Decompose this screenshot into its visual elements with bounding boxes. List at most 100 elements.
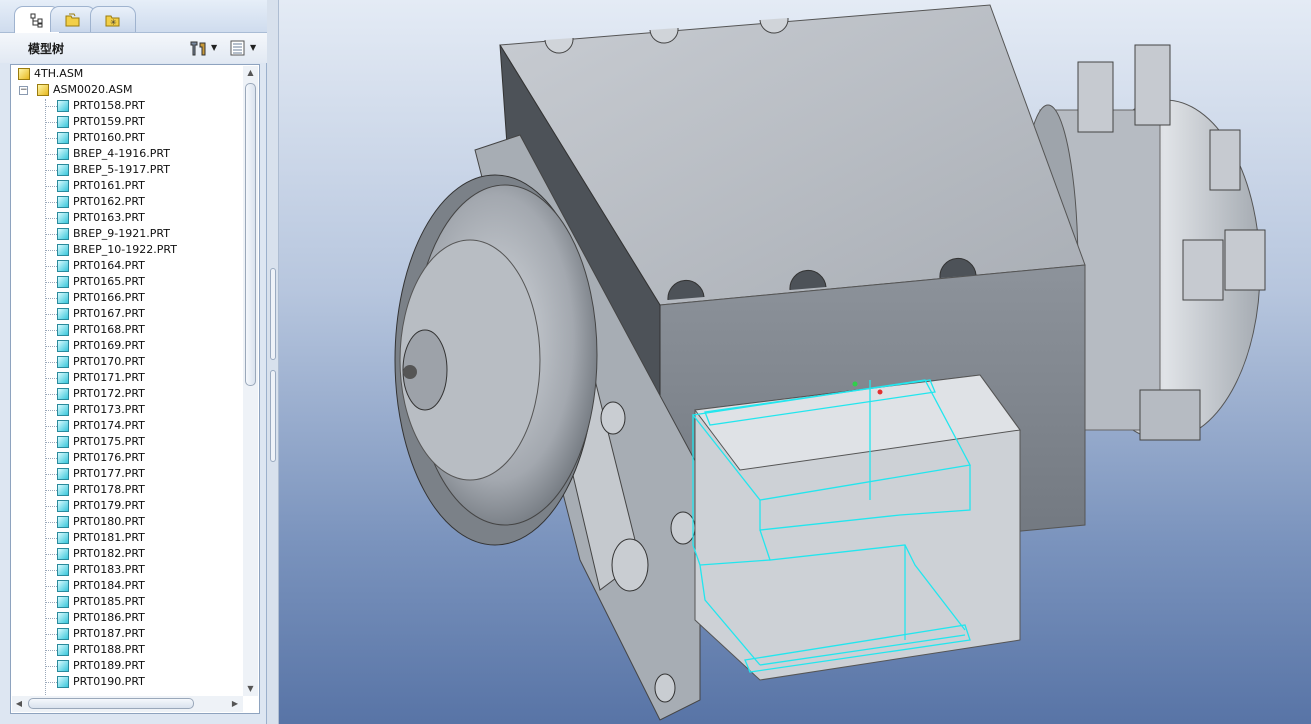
splitter-handle-top[interactable] [270,268,276,360]
tree-node-part[interactable]: PRT0176.PRT [11,450,243,466]
tree-node-part[interactable]: PRT0180.PRT [11,514,243,530]
tree-node-part[interactable]: PRT0189.PRT [11,658,243,674]
assembly-icon [18,68,30,80]
tree-node-part[interactable]: PRT0177.PRT [11,466,243,482]
tree-node-label: 4TH.ASM [34,67,84,80]
tree-connector-branch [45,522,57,523]
tree-connector-branch [45,234,57,235]
model-tree-icon [30,13,43,28]
collapse-icon[interactable]: − [19,86,28,95]
part-icon [57,404,69,416]
tree-node-part[interactable]: PRT0178.PRT [11,482,243,498]
tree-node-part[interactable]: PRT0164.PRT [11,258,243,274]
tree-node-part[interactable]: PRT0159.PRT [11,114,243,130]
tree-node-part[interactable]: PRT0187.PRT [11,626,243,642]
tree-connector-branch [45,618,57,619]
tree-node-part[interactable]: PRT0168.PRT [11,322,243,338]
tree-node-part[interactable]: PRT0162.PRT [11,194,243,210]
tree-node-part[interactable]: PRT0165.PRT [11,274,243,290]
tree-node-part[interactable]: PRT0171.PRT [11,370,243,386]
tree-vertical-scrollbar[interactable]: ▲ ▼ [243,66,258,696]
tree-node-part[interactable]: PRT0170.PRT [11,354,243,370]
tree-node-part[interactable]: PRT0188.PRT [11,642,243,658]
tree-node-part[interactable]: PRT0160.PRT [11,130,243,146]
part-icon [57,180,69,192]
tree-node-subassembly[interactable]: − ASM0020.ASM [11,82,243,98]
navigator-pane: ✳ 模型树 ▼ ▼ 4TH.ASM − ASM0020.ASM PRT0158.… [0,0,267,724]
tree-node-part[interactable]: BREP_4-1916.PRT [11,146,243,162]
tree-node-label: BREP_9-1921.PRT [73,227,170,240]
tree-connector-branch [45,442,57,443]
part-icon [57,324,69,336]
scroll-down-arrow-icon[interactable]: ▼ [243,682,258,696]
vertical-scroll-thumb[interactable] [245,83,256,386]
tree-settings-button[interactable]: ▼ [188,38,217,58]
model-tree: 4TH.ASM − ASM0020.ASM PRT0158.PRT PRT0159… [10,64,260,714]
tree-node-part[interactable]: BREP_9-1921.PRT [11,226,243,242]
stepper-motor-selected[interactable] [691,374,1021,681]
tree-connector-branch [45,202,57,203]
tree-connector-branch [45,106,57,107]
tree-connector-branch [45,666,57,667]
tree-node-part[interactable]: PRT0172.PRT [11,386,243,402]
scroll-up-arrow-icon[interactable]: ▲ [243,66,258,80]
tree-node-part[interactable]: PRT0174.PRT [11,418,243,434]
tree-node-part[interactable]: PRT0183.PRT [11,562,243,578]
tree-node-label: PRT0170.PRT [73,355,145,368]
tree-node-label: PRT0166.PRT [73,291,145,304]
tree-node-label: PRT0183.PRT [73,563,145,576]
favorites-icon: ✳ [105,15,120,27]
tree-node-part[interactable]: PRT0169.PRT [11,338,243,354]
tree-node-part[interactable]: BREP_5-1917.PRT [11,162,243,178]
tree-connector-branch [45,266,57,267]
tree-node-part[interactable]: PRT0173.PRT [11,402,243,418]
tree-connector-branch [45,314,57,315]
tree-node-part[interactable]: PRT0161.PRT [11,178,243,194]
tree-connector-branch [45,330,57,331]
pane-splitter[interactable] [267,0,279,724]
tree-node-part[interactable]: PRT0166.PRT [11,290,243,306]
model-tree-list: 4TH.ASM − ASM0020.ASM PRT0158.PRT PRT0159… [11,66,243,696]
tree-node-label: PRT0165.PRT [73,275,145,288]
tree-node-part[interactable]: PRT0158.PRT [11,98,243,114]
tree-show-button[interactable]: ▼ [229,38,256,58]
tree-node-part[interactable]: PRT0167.PRT [11,306,243,322]
tree-node-part[interactable]: PRT0184.PRT [11,578,243,594]
tree-horizontal-scrollbar[interactable]: ◀ ▶ [12,696,243,712]
scroll-right-arrow-icon[interactable]: ▶ [228,696,242,712]
tree-node-part[interactable]: PRT0179.PRT [11,498,243,514]
scroll-left-arrow-icon[interactable]: ◀ [12,696,26,712]
tree-connector-branch [45,346,57,347]
part-icon [57,564,69,576]
horizontal-scroll-thumb[interactable] [28,698,194,709]
tree-connector-branch [45,170,57,171]
splitter-handle-bottom[interactable] [270,370,276,462]
tree-node-label: PRT0185.PRT [73,595,145,608]
navigator-tabbar: ✳ [0,0,267,33]
assembly-icon [37,84,49,96]
tree-node-part[interactable]: PRT0186.PRT [11,610,243,626]
tree-node-root[interactable]: 4TH.ASM [11,66,243,82]
part-icon [57,148,69,160]
tree-node-part[interactable]: PRT0185.PRT [11,594,243,610]
tree-node-label: PRT0174.PRT [73,419,145,432]
tree-node-label: PRT0181.PRT [73,531,145,544]
tab-favorites[interactable]: ✳ [90,6,136,32]
pulley-disc [394,174,598,546]
tree-connector-branch [45,602,57,603]
tree-node-part[interactable]: BREP_10-1922.PRT [11,242,243,258]
tree-node-part[interactable]: PRT0163.PRT [11,210,243,226]
part-icon [57,516,69,528]
tree-node-label: PRT0167.PRT [73,307,145,320]
tree-node-label: PRT0180.PRT [73,515,145,528]
tree-connector-branch [45,122,57,123]
part-icon [57,164,69,176]
tree-node-label: PRT0160.PRT [73,131,145,144]
tree-node-part[interactable]: PRT0175.PRT [11,434,243,450]
tree-node-part[interactable]: PRT0182.PRT [11,546,243,562]
tree-node-part[interactable]: PRT0181.PRT [11,530,243,546]
graphics-window[interactable] [279,0,1311,724]
part-icon [57,260,69,272]
tree-connector-branch [45,362,57,363]
tree-node-part[interactable]: PRT0190.PRT [11,674,243,690]
